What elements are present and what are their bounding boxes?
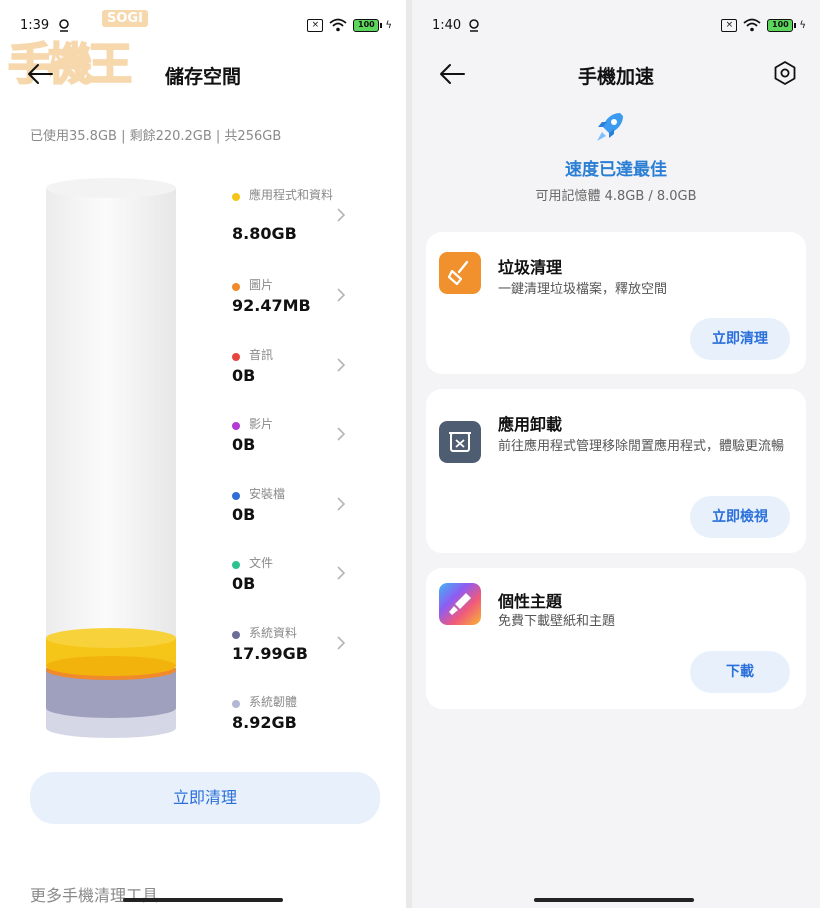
charging-icon: ϟ	[385, 19, 392, 31]
chevron-right-icon	[337, 566, 346, 580]
legend-item-audio[interactable]: 音訊 0B	[232, 344, 362, 404]
card-title: 個性主題	[498, 592, 563, 611]
home-indicator[interactable]	[534, 898, 694, 902]
chevron-right-icon	[337, 358, 346, 372]
legend-item-apps[interactable]: 應用程式和資料 8.80GB	[232, 184, 362, 244]
status-icons: × 100 ϟ	[307, 18, 392, 32]
broom-icon	[439, 252, 481, 294]
legend-label: 文件	[249, 556, 274, 570]
clean-now-button[interactable]: 立即清理	[690, 318, 790, 360]
memory-status: 可用記憶體 4.8GB / 8.0GB	[535, 189, 697, 204]
junk-clean-card: 垃圾清理 一鍵清理垃圾檔案，釋放空間 立即清理	[426, 232, 806, 374]
page-title: 儲存空間	[164, 66, 241, 88]
legend-dot	[232, 700, 240, 708]
watermark-badge: SOGI	[102, 10, 148, 27]
legend-dot	[232, 422, 240, 430]
legend-item-images[interactable]: 圖片 92.47MB	[232, 274, 362, 334]
card-description: 前往應用程式管理移除閒置應用程式，體驗更流暢	[498, 439, 785, 454]
legend-value: 0B	[232, 574, 256, 593]
legend-item-videos[interactable]: 影片 0B	[232, 413, 362, 473]
legend-value: 8.92GB	[232, 713, 297, 732]
location-icon	[469, 19, 479, 32]
card-title: 應用卸載	[498, 415, 563, 434]
cylinder-segment-apps	[46, 628, 176, 676]
battery-icon: 100	[767, 18, 797, 32]
legend-dot	[232, 283, 240, 291]
no-sim-icon: ×	[721, 18, 738, 32]
uninstall-icon	[439, 421, 481, 463]
legend-label: 影片	[249, 417, 274, 431]
status-bar: 1:40 × 100 ϟ	[412, 14, 820, 38]
home-indicator[interactable]	[123, 898, 283, 902]
chevron-right-icon	[337, 497, 346, 511]
header: 手機加速	[412, 56, 820, 92]
status-time: 1:40	[432, 18, 462, 33]
legend-value: 8.80GB	[232, 224, 297, 243]
legend-label: 系統韌體	[249, 695, 298, 709]
chevron-right-icon	[337, 208, 346, 222]
header: 儲存空間	[0, 56, 406, 92]
theme-card: 個性主題 免費下載壁紙和主題 下載	[426, 568, 806, 709]
legend-label: 系統資料	[249, 626, 298, 640]
legend-label: 音訊	[249, 348, 274, 362]
card-description: 免費下載壁紙和主題	[498, 614, 616, 629]
view-now-button[interactable]: 立即檢視	[690, 496, 790, 538]
chevron-right-icon	[337, 636, 346, 650]
storage-summary: 已使用35.8GB | 剩餘220.2GB | 共256GB	[30, 129, 282, 144]
legend-value: 92.47MB	[232, 296, 311, 315]
legend-dot	[232, 631, 240, 639]
legend-value: 0B	[232, 505, 256, 524]
chevron-right-icon	[337, 427, 346, 441]
legend-dot	[232, 353, 240, 361]
legend-value: 17.99GB	[232, 644, 308, 663]
legend-value: 0B	[232, 366, 256, 385]
legend-value: 0B	[232, 435, 256, 454]
legend-label: 安裝檔	[249, 487, 286, 501]
rocket-icon	[597, 113, 623, 141]
download-button[interactable]: 下載	[690, 651, 790, 693]
card-description: 一鍵清理垃圾檔案，釋放空間	[498, 282, 668, 297]
app-uninstall-card: 應用卸載 前往應用程式管理移除閒置應用程式，體驗更流暢 立即檢視	[426, 389, 806, 553]
no-sim-icon: ×	[307, 18, 324, 32]
wifi-icon	[329, 18, 347, 32]
legend-item-installers[interactable]: 安裝檔 0B	[232, 483, 362, 543]
legend-dot	[232, 492, 240, 500]
legend-item-system-data[interactable]: 系統資料 17.99GB	[232, 622, 362, 682]
legend-item-firmware: 系統韌體 8.92GB	[232, 691, 362, 751]
charging-icon: ϟ	[799, 19, 806, 31]
settings-icon[interactable]	[772, 60, 798, 86]
card-title: 垃圾清理	[498, 258, 563, 277]
speedup-screen: 1:40 × 100 ϟ 手機加速 速度已達最佳 可用記憶體 4.8GB / 8…	[412, 0, 820, 908]
storage-cylinder-chart	[46, 178, 176, 738]
legend-dot	[232, 561, 240, 569]
legend-item-documents[interactable]: 文件 0B	[232, 552, 362, 612]
theme-brush-icon	[439, 583, 481, 625]
clean-now-button[interactable]: 立即清理	[30, 772, 380, 824]
wifi-icon	[743, 18, 761, 32]
page-title: 手機加速	[577, 66, 654, 88]
status-icons: × 100 ϟ	[721, 18, 806, 32]
more-tools-heading: 更多手機清理工具	[30, 886, 159, 905]
chevron-right-icon	[337, 288, 346, 302]
battery-icon: 100	[353, 18, 383, 32]
legend-dot	[232, 193, 240, 201]
speed-status: 速度已達最佳	[565, 160, 667, 180]
legend-label: 應用程式和資料	[249, 188, 334, 202]
storage-screen: 1:39 × 100 ϟ 手機王 SOGI 儲存空間 已使用35.8GB | 剩…	[0, 0, 406, 908]
legend-label: 圖片	[249, 278, 274, 292]
